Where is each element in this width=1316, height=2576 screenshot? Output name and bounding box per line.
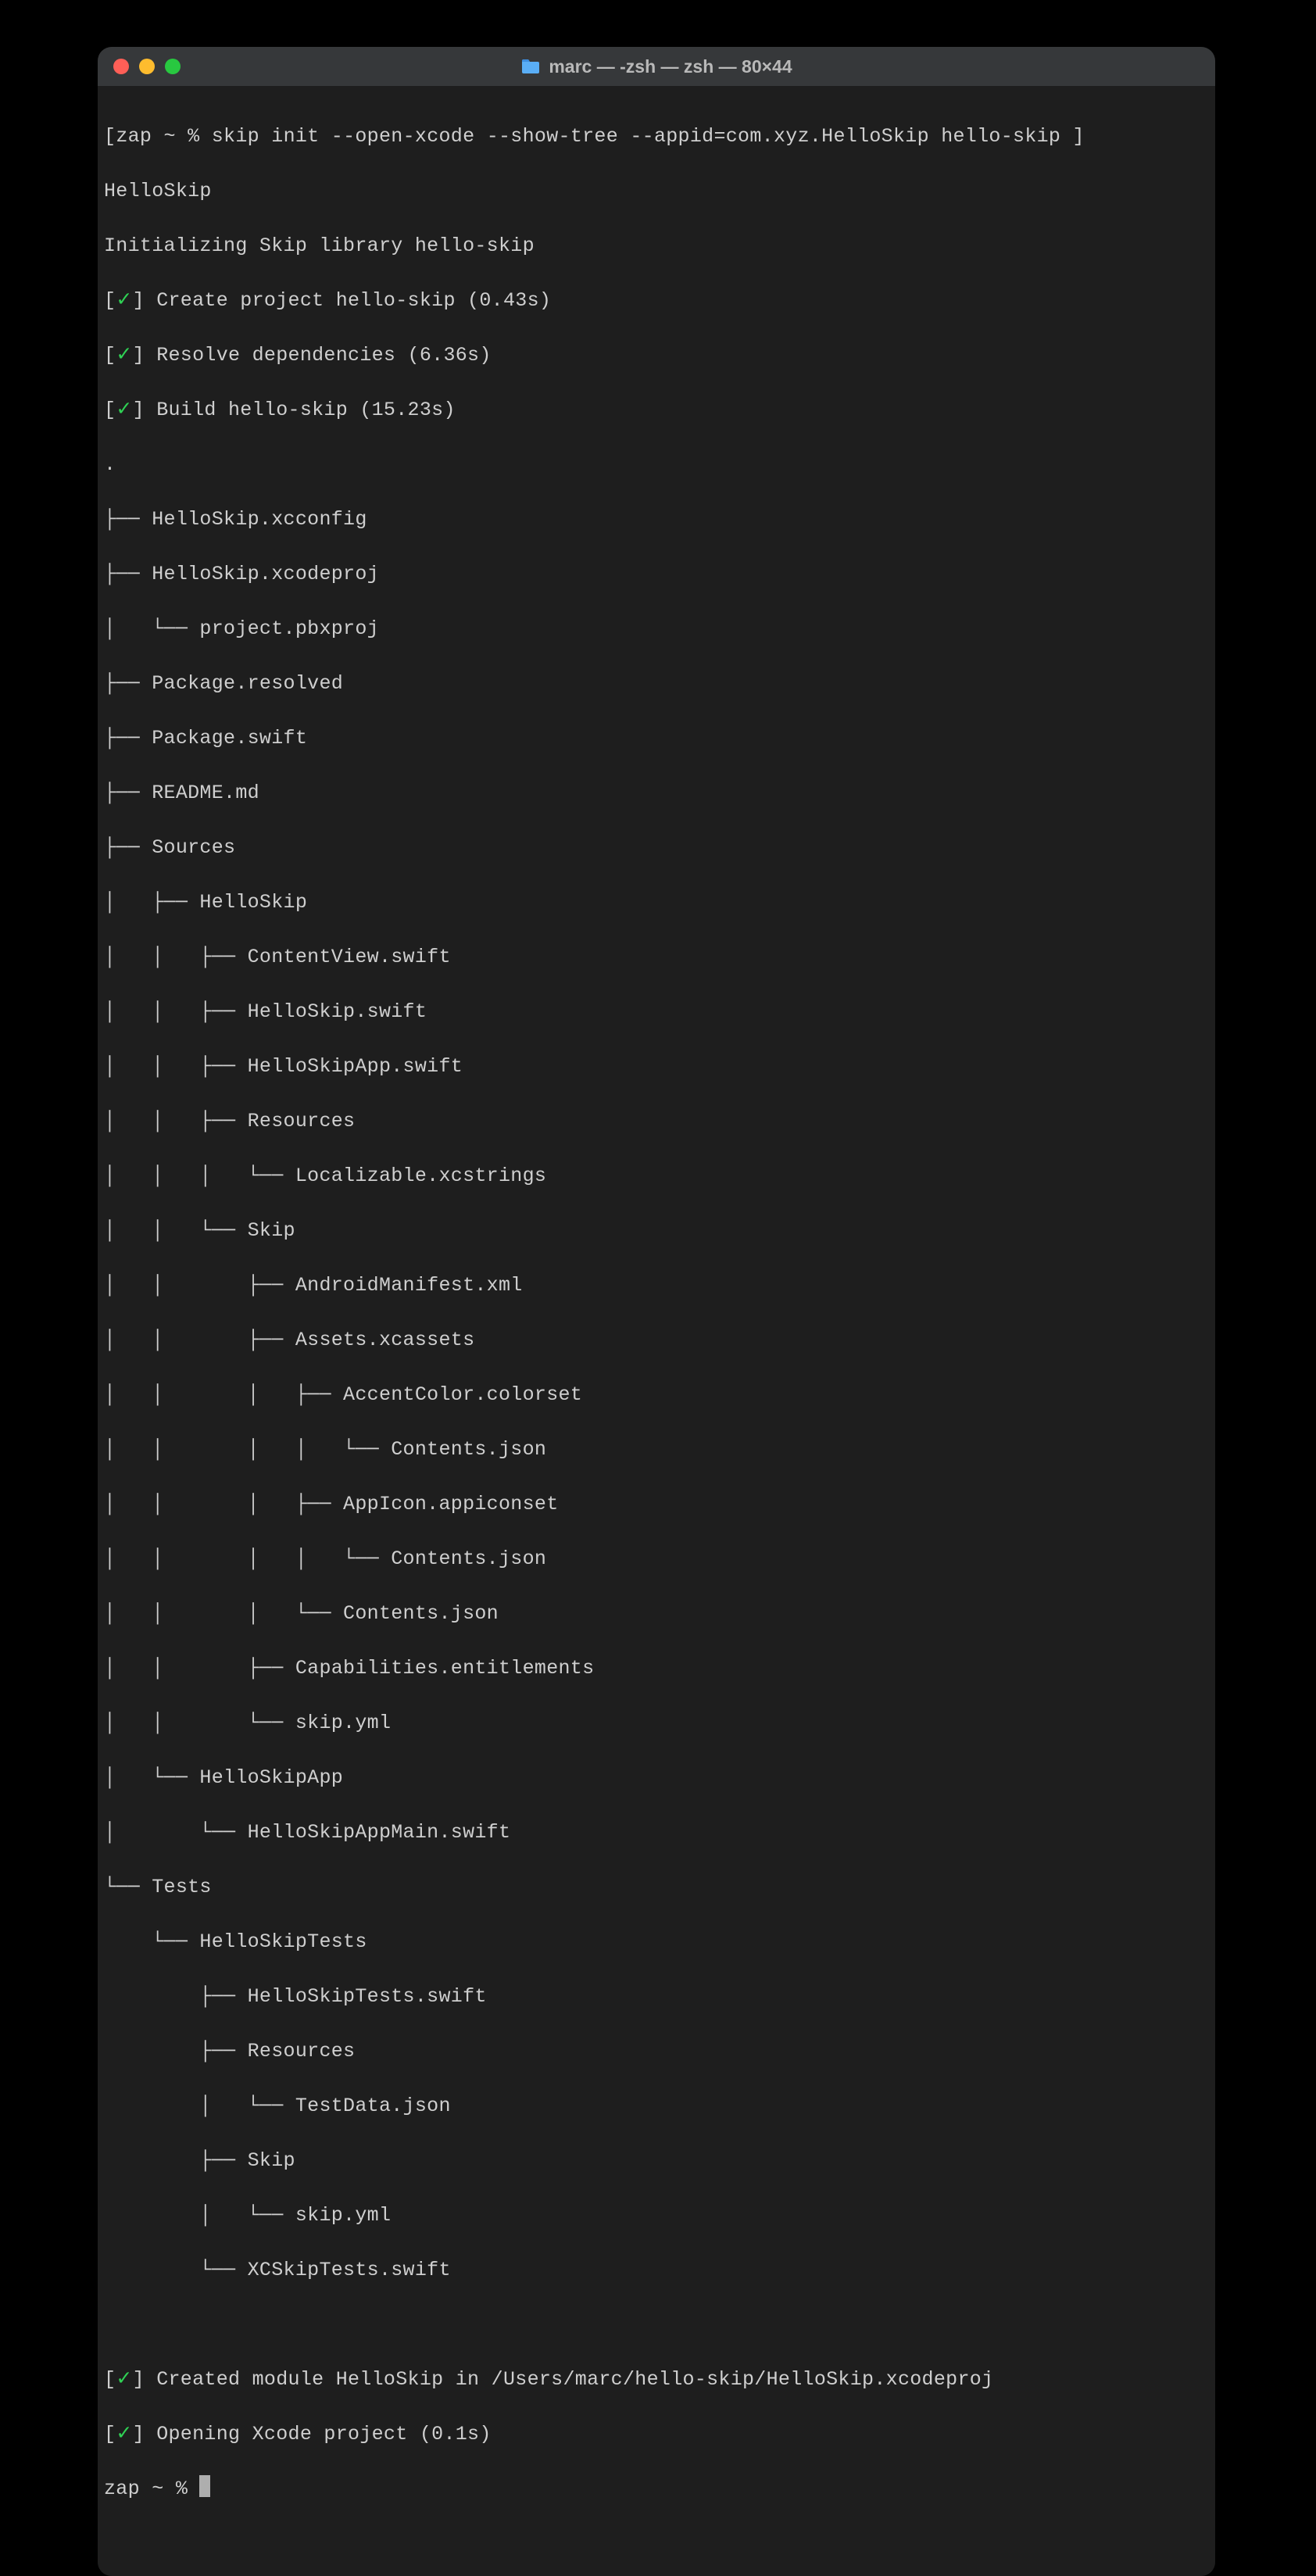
tree-line: └── XCSkipTests.swift: [104, 2256, 1209, 2284]
tree-line: └── Tests: [104, 1873, 1209, 1901]
tree-line: │ │ │ │ └── Contents.json: [104, 1545, 1209, 1572]
tree-line: ├── Skip: [104, 2147, 1209, 2174]
close-button[interactable]: [113, 59, 129, 74]
tree-root: .: [104, 451, 1209, 478]
tree-line: │ │ ├── Assets.xcassets: [104, 1326, 1209, 1354]
output-project: HelloSkip: [104, 177, 1209, 205]
window-title: marc — -zsh — zsh — 80×44: [549, 56, 792, 77]
tree-line: │ │ ├── HelloSkipApp.swift: [104, 1053, 1209, 1080]
tree-line: │ │ ├── AndroidManifest.xml: [104, 1272, 1209, 1299]
tree-line: ├── Package.swift: [104, 724, 1209, 752]
terminal-content[interactable]: [zap ~ % skip init --open-xcode --show-t…: [98, 86, 1215, 2576]
titlebar: marc — -zsh — zsh — 80×44: [98, 47, 1215, 86]
tree-line: │ └── HelloSkipAppMain.swift: [104, 1819, 1209, 1846]
command-text: skip init --open-xcode --show-tree --app…: [212, 125, 1060, 148]
prompt-host: zap ~ %: [116, 125, 199, 148]
output-init: Initializing Skip library hello-skip: [104, 232, 1209, 259]
tree-line: ├── HelloSkipTests.swift: [104, 1983, 1209, 2010]
check-icon: ✓: [116, 2423, 132, 2445]
prompt-line-2: zap ~ %: [104, 2475, 1209, 2503]
tree-line: │ └── project.pbxproj: [104, 615, 1209, 642]
tree-line: │ └── TestData.json: [104, 2092, 1209, 2120]
check-icon: ✓: [116, 2368, 132, 2391]
step-created: [✓] Created module HelloSkip in /Users/m…: [104, 2366, 1209, 2393]
tree-line: │ │ └── Skip: [104, 1217, 1209, 1244]
prompt-host: zap ~ %: [104, 2478, 188, 2500]
tree-line: │ ├── HelloSkip: [104, 889, 1209, 916]
minimize-button[interactable]: [139, 59, 155, 74]
tree-line: │ │ │ ├── AccentColor.colorset: [104, 1381, 1209, 1408]
tree-line: ├── Sources: [104, 834, 1209, 861]
tree-line: │ └── HelloSkipApp: [104, 1764, 1209, 1791]
tree-line: │ │ │ └── Contents.json: [104, 1600, 1209, 1627]
step-resolve: [✓] Resolve dependencies (6.36s): [104, 342, 1209, 369]
tree-line: │ │ │ ├── AppIcon.appiconset: [104, 1490, 1209, 1518]
tree-line: │ │ ├── Resources: [104, 1107, 1209, 1135]
tree-line: │ │ ├── Capabilities.entitlements: [104, 1655, 1209, 1682]
check-icon: ✓: [116, 344, 132, 367]
step-build: [✓] Build hello-skip (15.23s): [104, 396, 1209, 424]
step-create: [✓] Create project hello-skip (0.43s): [104, 287, 1209, 314]
cursor: [199, 2475, 210, 2497]
folder-icon: [520, 58, 541, 75]
tree-line: ├── HelloSkip.xcconfig: [104, 506, 1209, 533]
fullscreen-button[interactable]: [165, 59, 181, 74]
tree-line: ├── Resources: [104, 2038, 1209, 2065]
tree-line: └── HelloSkipTests: [104, 1928, 1209, 1955]
tree-line: │ │ ├── ContentView.swift: [104, 943, 1209, 971]
tree-line: │ │ │ │ └── Contents.json: [104, 1436, 1209, 1463]
tree-line: ├── README.md: [104, 779, 1209, 807]
blank-line: [104, 2311, 1209, 2338]
terminal-window: marc — -zsh — zsh — 80×44 [zap ~ % skip …: [98, 47, 1215, 2576]
traffic-lights: [113, 59, 181, 74]
tree-line: │ └── skip.yml: [104, 2202, 1209, 2229]
tree-line: ├── HelloSkip.xcodeproj: [104, 560, 1209, 588]
check-icon: ✓: [116, 289, 132, 312]
tree-line: │ │ └── skip.yml: [104, 1709, 1209, 1737]
tree-line: │ │ │ └── Localizable.xcstrings: [104, 1162, 1209, 1190]
step-opening: [✓] Opening Xcode project (0.1s): [104, 2420, 1209, 2448]
tree-line: ├── Package.resolved: [104, 670, 1209, 697]
tree-line: │ │ ├── HelloSkip.swift: [104, 998, 1209, 1025]
prompt-line-1: [zap ~ % skip init --open-xcode --show-t…: [104, 123, 1209, 150]
title-container: marc — -zsh — zsh — 80×44: [98, 56, 1215, 77]
check-icon: ✓: [116, 399, 132, 421]
